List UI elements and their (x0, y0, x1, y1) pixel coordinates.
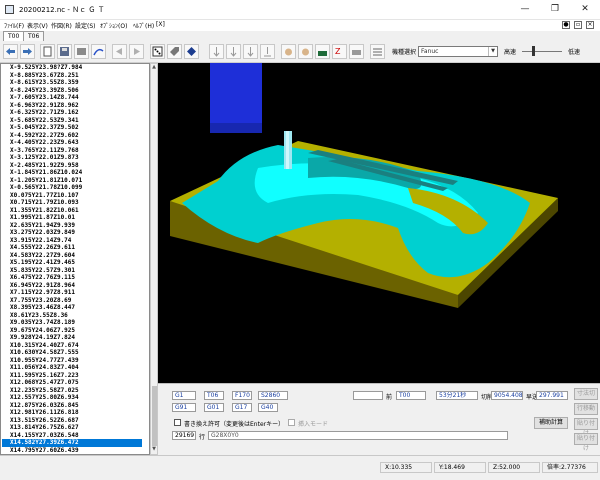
cutter-comp-field: G40 (258, 403, 278, 412)
machine-view-icon[interactable] (315, 44, 330, 59)
status-z-coordinate: Z:52.000 (488, 462, 540, 473)
cutting-info-panel: G1 T06 F170 S2860 前 T00 53分21秒 切削 9054.4… (158, 383, 600, 455)
title-bar: 20200212.nc - Ｎｃ Ｇ Ｔ — ❐ ✕ (0, 0, 600, 20)
allow-edit-checkbox[interactable] (174, 419, 181, 426)
time-field: 53分21秒 (436, 391, 478, 400)
minimize-button[interactable]: — (510, 0, 540, 20)
svg-text:Z: Z (335, 47, 341, 56)
forward-arrow-icon[interactable] (20, 44, 35, 59)
allow-edit-label: 書き換え許可（変更後はEnterキー） (184, 421, 285, 428)
save-icon[interactable] (57, 44, 72, 59)
aux-calc-button[interactable]: 補助計算 (534, 417, 568, 429)
stock-view-icon[interactable] (349, 44, 364, 59)
tool-down-icon[interactable] (209, 44, 224, 59)
back-arrow-icon[interactable] (3, 44, 18, 59)
rapid-distance-field: 297.991 (536, 391, 568, 400)
menu-settings[interactable]: 設定(S) (75, 21, 96, 30)
line-move-button[interactable]: 行移動 (574, 403, 598, 415)
menu-bar: ﾌｧｲﾙ(F) 表示(V) 作図(R) 設定(S) ｵﾌﾟｼｮﾝ(O) ﾍﾙﾌﾟ… (0, 20, 600, 31)
spindle (210, 63, 262, 131)
maximize-button[interactable]: ❐ (540, 0, 570, 20)
motion-code-field: G1 (172, 391, 196, 400)
status-zoom-scale: 倍率:2.77376 (542, 462, 598, 473)
draw-mode-icon[interactable] (91, 44, 106, 59)
extra-field (353, 391, 383, 400)
diamond-icon[interactable] (184, 44, 199, 59)
window-title: 20200212.nc - Ｎｃ Ｇ Ｔ (19, 6, 105, 14)
line-label: 行 (199, 434, 206, 441)
model-select-value: Fanuc (421, 48, 439, 55)
plane-field: G17 (232, 403, 252, 412)
speed-slider[interactable] (522, 51, 562, 52)
menu-draw[interactable]: 作図(R) (51, 21, 72, 30)
feed-rate-field: F170 (232, 391, 252, 400)
nc-line[interactable]: X14.795Y27.60Z6.439 (10, 447, 142, 455)
spindle-speed-field: S2860 (258, 391, 288, 400)
grid-view-icon[interactable] (370, 44, 385, 59)
open-icon[interactable] (74, 44, 89, 59)
speed-low-label: 低速 (568, 49, 581, 56)
toolbar: Z 機種選択 Fanuc ▼ 高速 低速 (0, 41, 600, 63)
prev-tool-label: 前 (386, 394, 393, 401)
speed-high-label: 高速 (504, 49, 517, 56)
chevron-down-icon: ▼ (488, 47, 497, 56)
menu-view[interactable]: 表示(V) (27, 21, 48, 30)
menu-file[interactable]: ﾌｧｲﾙ(F) (4, 21, 24, 30)
dice-icon[interactable] (150, 44, 165, 59)
scroll-down-icon[interactable]: ▼ (151, 446, 157, 454)
hand-pan-icon[interactable] (281, 44, 296, 59)
line-number-field: 29169 (172, 431, 196, 440)
tab-t06[interactable]: T06 (23, 31, 45, 41)
nc-edit-input[interactable]: G28X0Y0 (208, 431, 508, 440)
status-y-coordinate: Y:18.469 (434, 462, 486, 473)
rotate-view-icon[interactable] (298, 44, 313, 59)
distance-mode-field: G91 (172, 403, 196, 412)
tool-run-icon[interactable] (243, 44, 258, 59)
paste-button-2[interactable]: 貼り付け (574, 433, 598, 452)
insert-mode-label: 挿入モード (298, 421, 329, 428)
menu-help[interactable]: ﾍﾙﾌﾟ(H) (133, 21, 154, 30)
scrollbar-thumb[interactable] (152, 386, 157, 446)
nc-list-scrollbar[interactable]: ▲ ▼ (150, 63, 158, 455)
status-x-coordinate: X:10.335 (380, 462, 432, 473)
restore-icon[interactable]: ▫ (574, 21, 582, 29)
speed-slider-thumb[interactable] (532, 46, 535, 56)
close-small-icon[interactable]: × (586, 21, 594, 29)
tool-step-icon[interactable] (226, 44, 241, 59)
tab-t00[interactable]: T00 (3, 31, 25, 41)
interp-mode-field: G01 (204, 403, 224, 412)
tag-icon[interactable] (167, 44, 182, 59)
model-select-label: 機種選択 (392, 49, 417, 56)
simulation-viewport[interactable] (158, 63, 600, 383)
tool-end-icon[interactable] (260, 44, 275, 59)
insert-mode-checkbox[interactable] (288, 419, 295, 426)
paste-button[interactable]: 貼り付け (574, 418, 598, 437)
menu-options[interactable]: ｵﾌﾟｼｮﾝ(O) (100, 21, 127, 30)
model-select[interactable]: Fanuc ▼ (418, 46, 498, 57)
new-file-icon[interactable] (40, 44, 55, 59)
prev-tool-field: T00 (396, 391, 426, 400)
cut-distance-field: 9054.408 (491, 391, 523, 400)
tool-tabs: T00 T06 (0, 31, 600, 41)
scroll-up-icon[interactable]: ▲ (151, 64, 157, 72)
app-icon (5, 5, 14, 14)
tool-number-field: T06 (204, 391, 224, 400)
dimension-cut-button[interactable]: 寸法切 (574, 388, 598, 400)
step-back-icon[interactable] (112, 44, 127, 59)
machining-render (170, 63, 558, 308)
status-bar: X:10.335 Y:18.469 Z:52.000 倍率:2.77376 (0, 455, 600, 480)
menu-x[interactable]: [X] (156, 21, 165, 28)
record-icon[interactable]: ● (562, 21, 570, 29)
nc-program-list[interactable]: X-9.525Y23.98?Z7.984 X-8.885Y23.67Z8.251 X… (0, 63, 150, 455)
zoom-z-icon[interactable]: Z (332, 44, 347, 59)
close-button[interactable]: ✕ (570, 0, 600, 20)
play-icon[interactable] (129, 44, 144, 59)
